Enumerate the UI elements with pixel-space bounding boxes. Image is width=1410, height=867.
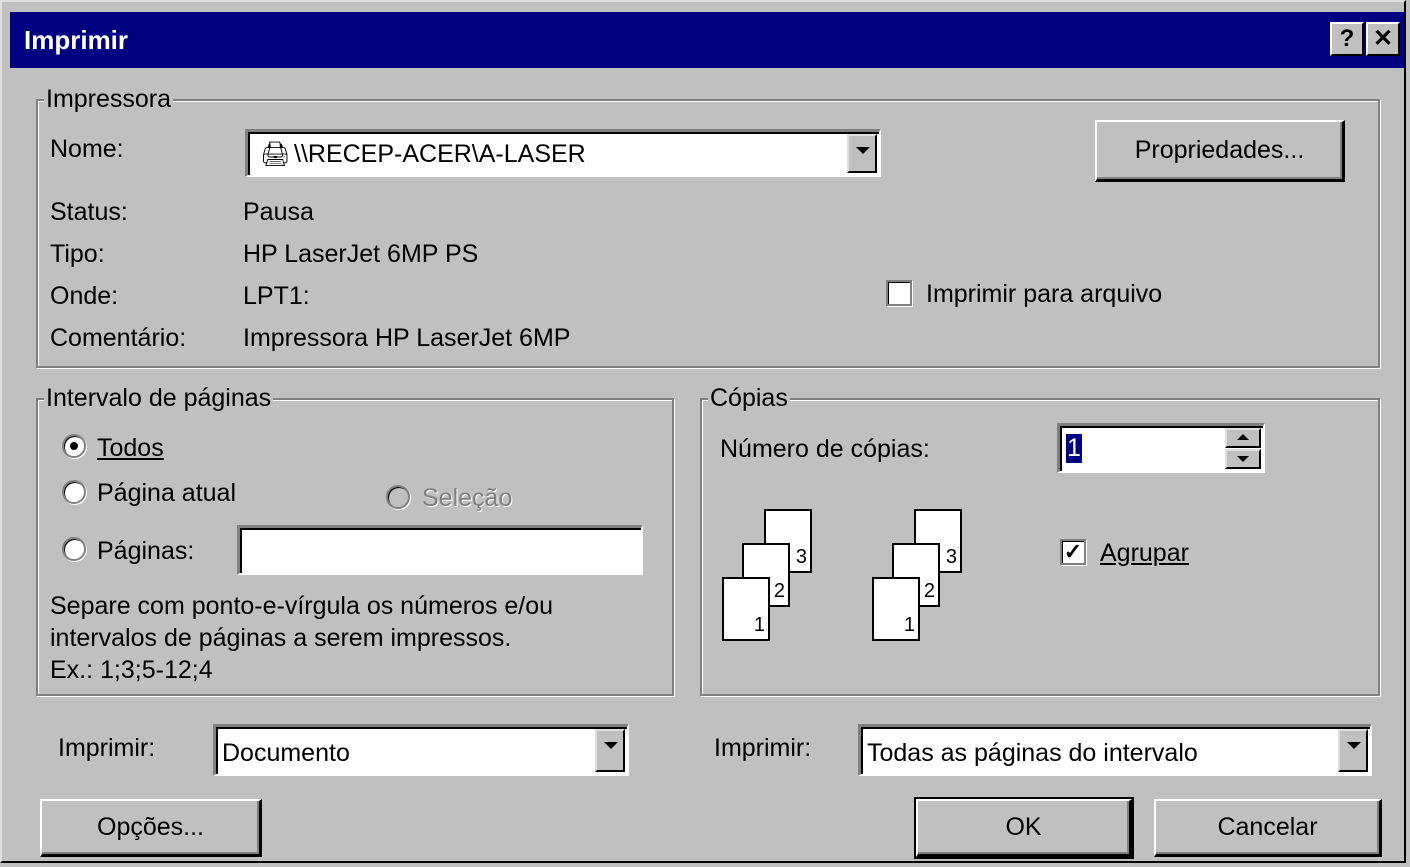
radio-all-label[interactable]: Todos: [97, 434, 164, 463]
range-help-line1: Separe com ponto-e-vírgula os números e/…: [50, 592, 554, 620]
dialog-title: Imprimir: [24, 25, 129, 55]
printer-group-label: Impressora: [44, 85, 174, 114]
radio-selection: [386, 485, 410, 509]
print-range-label: Imprimir:: [714, 734, 812, 762]
printer-name-value: \\RECEP-ACER\A-LASER: [294, 140, 586, 168]
radio-selection-label: Seleção: [422, 484, 513, 512]
collate-label[interactable]: Agrupar: [1100, 539, 1189, 568]
properties-button[interactable]: Propriedades...: [1095, 120, 1345, 182]
radio-all[interactable]: [62, 434, 86, 458]
options-button[interactable]: Opções...: [40, 799, 262, 857]
comment-value: Impressora HP LaserJet 6MP: [243, 324, 571, 352]
collate-checkbox[interactable]: ✓: [1060, 539, 1086, 565]
spin-down-icon[interactable]: [1225, 449, 1261, 469]
radio-current-page-label[interactable]: Página atual: [97, 479, 236, 508]
page-range-group-label: Intervalo de páginas: [44, 384, 274, 413]
copies-number-value: 1: [1066, 434, 1082, 463]
printer-name-label: Nome:: [50, 135, 124, 163]
title-bar: Imprimir ? ✕: [10, 12, 1404, 68]
print-to-file-label[interactable]: Imprimir para arquivo: [926, 280, 1162, 309]
where-label: Onde:: [50, 282, 119, 310]
status-label: Status:: [50, 198, 128, 226]
ok-button[interactable]: OK: [914, 797, 1134, 859]
chevron-down-icon[interactable]: [1338, 729, 1368, 772]
pages-input[interactable]: [237, 525, 643, 575]
status-value: Pausa: [243, 198, 314, 226]
chevron-down-icon[interactable]: [847, 134, 877, 173]
type-label: Tipo:: [50, 240, 105, 268]
range-help-line2: intervalos de páginas a serem impressos.: [50, 624, 512, 652]
page-icon: 1: [722, 577, 770, 641]
spin-up-icon[interactable]: [1225, 428, 1261, 448]
print-what-select[interactable]: Documento: [213, 724, 629, 776]
radio-pages-label[interactable]: Páginas:: [97, 537, 194, 566]
print-to-file-checkbox[interactable]: [886, 280, 912, 306]
page-icon: 1: [872, 577, 920, 641]
print-what-label: Imprimir:: [58, 734, 156, 762]
copies-number-label: Número de cópias:: [720, 435, 930, 463]
close-icon[interactable]: ✕: [1366, 22, 1400, 56]
print-dialog: Imprimir ? ✕ Impressora Nome: 🖨 \\RECEP-…: [0, 0, 1406, 863]
range-help-line3: Ex.: 1;3;5-12;4: [50, 656, 213, 684]
comment-label: Comentário:: [50, 324, 187, 352]
copies-group-label: Cópias: [708, 384, 790, 413]
radio-pages[interactable]: [62, 537, 86, 561]
copies-number-input[interactable]: 1: [1057, 423, 1265, 473]
where-value: LPT1:: [243, 282, 310, 310]
cancel-button[interactable]: Cancelar: [1154, 799, 1382, 857]
printer-name-select[interactable]: 🖨 \\RECEP-ACER\A-LASER: [245, 129, 881, 177]
print-range-value: Todas as páginas do intervalo: [867, 739, 1198, 767]
printer-icon: 🖨: [260, 141, 291, 168]
radio-current-page[interactable]: [62, 480, 86, 504]
print-what-value: Documento: [222, 739, 350, 767]
help-icon[interactable]: ?: [1330, 22, 1364, 56]
type-value: HP LaserJet 6MP PS: [243, 240, 479, 268]
chevron-down-icon[interactable]: [595, 729, 625, 772]
print-range-select[interactable]: Todas as páginas do intervalo: [858, 724, 1372, 776]
